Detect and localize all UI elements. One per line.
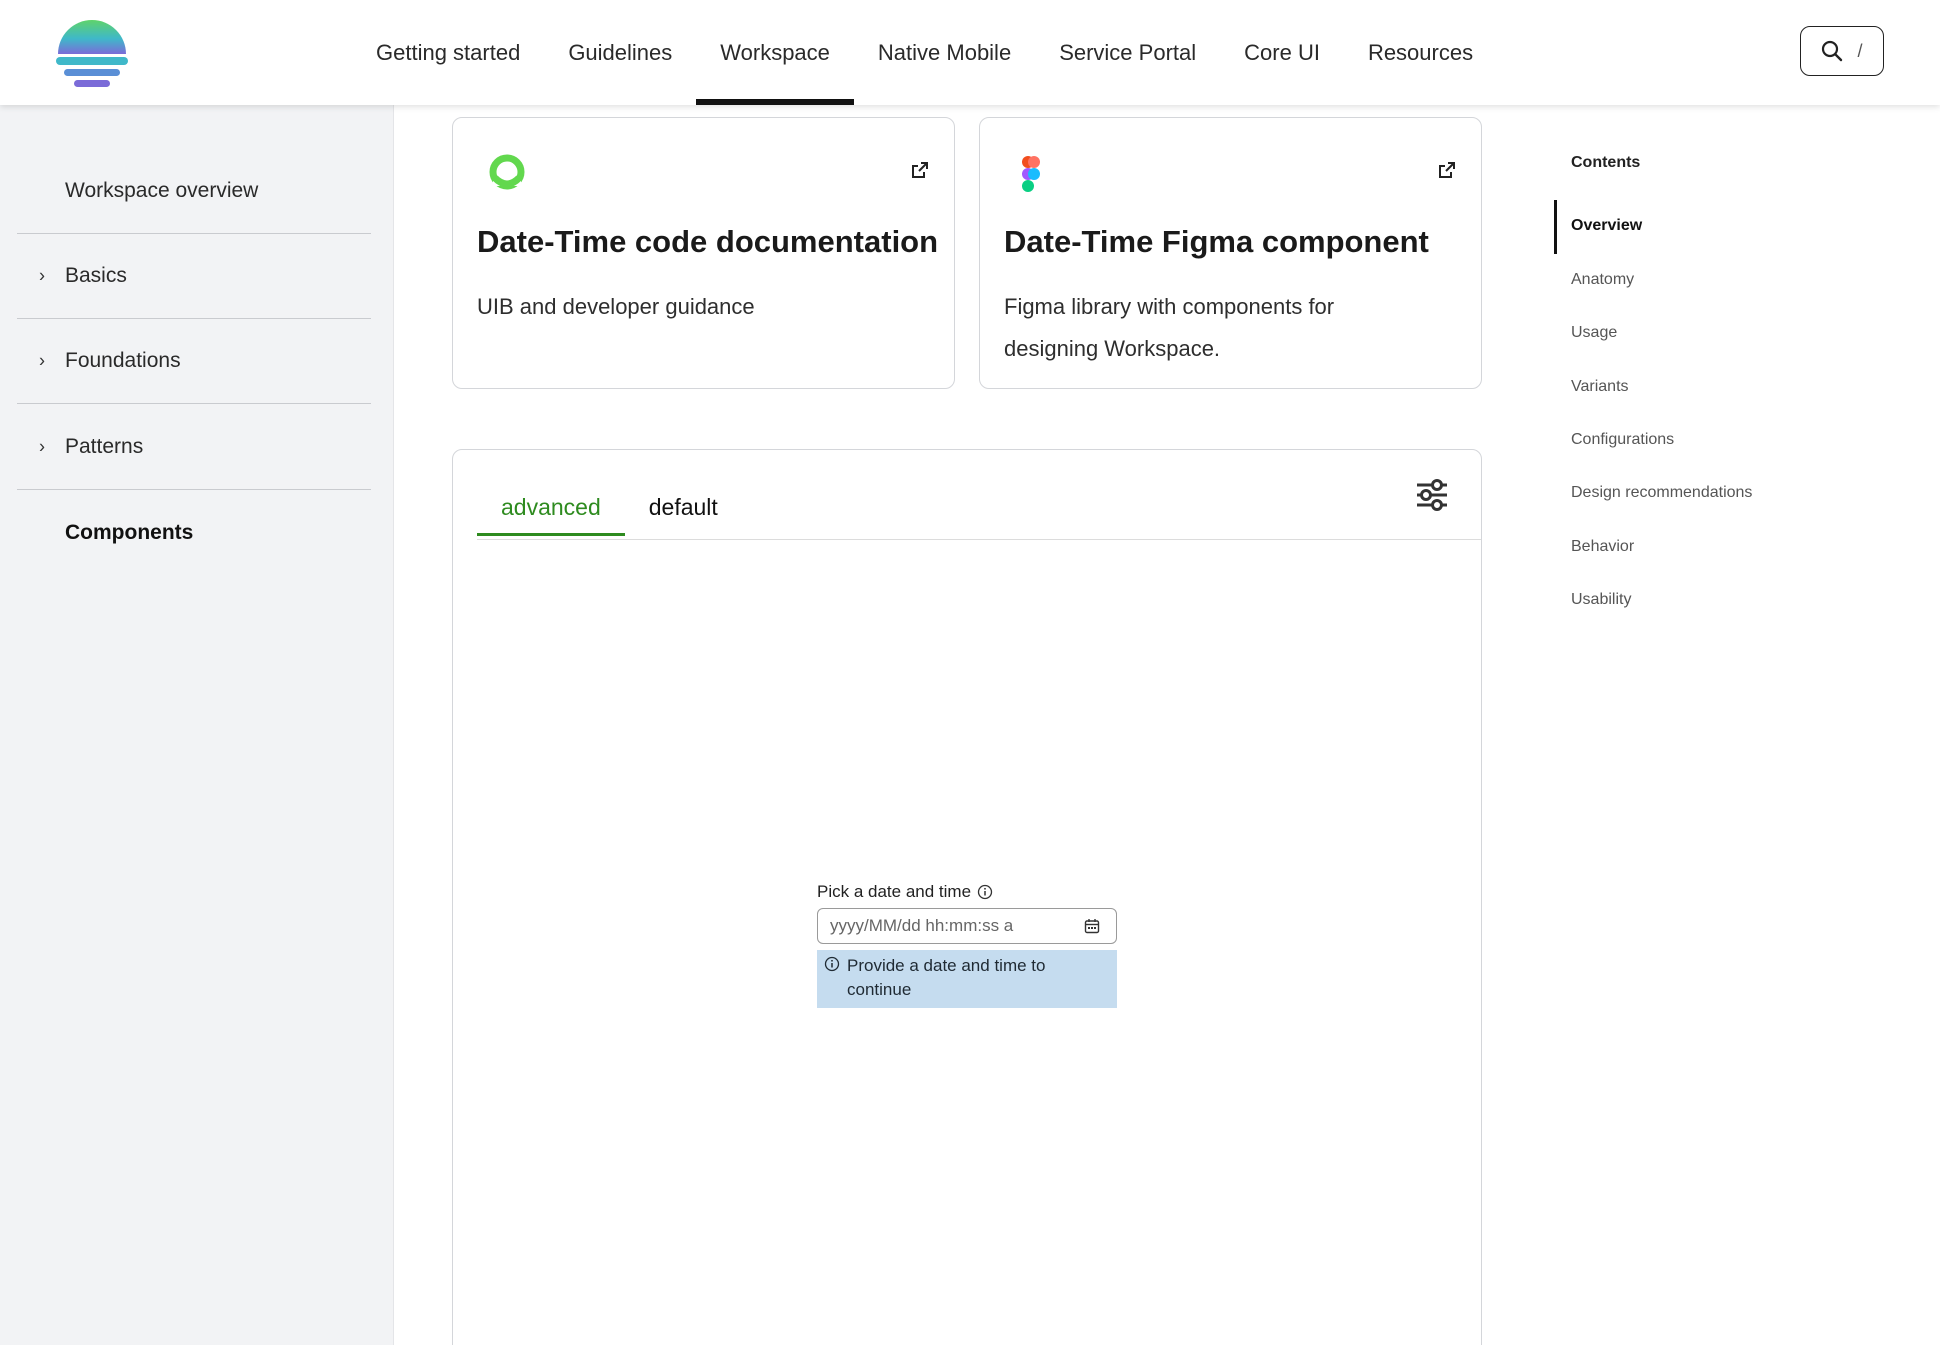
sidebar-item-basics[interactable]: › Basics xyxy=(17,234,371,319)
search-icon xyxy=(1822,40,1843,62)
sidebar-item-patterns[interactable]: › Patterns xyxy=(17,405,371,490)
sidebar-item-workspace-overview[interactable]: Workspace overview xyxy=(17,149,371,234)
search-button[interactable]: / xyxy=(1800,26,1884,76)
chevron-right-icon: › xyxy=(39,350,45,371)
figma-icon xyxy=(1022,156,1040,192)
sidebar-item-label: Patterns xyxy=(65,435,144,458)
tab-default[interactable]: default xyxy=(625,494,742,536)
tab-advanced[interactable]: advanced xyxy=(477,494,625,536)
demo-tabs: advanced default xyxy=(477,494,742,536)
sidebar-item-label: Workspace overview xyxy=(65,179,259,202)
sidebar-item-label: Foundations xyxy=(65,349,181,372)
toc-item-anatomy[interactable]: Anatomy xyxy=(1571,271,1634,289)
sidebar-item-components[interactable]: Components xyxy=(17,490,371,575)
chevron-right-icon: › xyxy=(39,436,45,457)
nav-resources[interactable]: Resources xyxy=(1344,0,1497,105)
card-description: Figma library with components for design… xyxy=(1004,294,1335,361)
sunset-logo-icon[interactable] xyxy=(56,14,128,88)
date-time-input[interactable]: yyyy/MM/dd hh:mm:ss a xyxy=(817,908,1117,944)
toc-item-configurations[interactable]: Configurations xyxy=(1571,431,1674,449)
main-nav: Getting started Guidelines Workspace Nat… xyxy=(352,0,1497,105)
nav-core-ui[interactable]: Core UI xyxy=(1220,0,1344,105)
info-icon[interactable] xyxy=(977,884,993,900)
sidebar-item-label: Components xyxy=(65,520,194,544)
date-time-label: Pick a date and time xyxy=(817,882,993,902)
validation-message-text: Provide a date and time to continue xyxy=(847,956,1046,999)
servicenow-ring-icon xyxy=(489,154,525,190)
top-navigation-bar: Getting started Guidelines Workspace Nat… xyxy=(0,0,1940,105)
search-shortcut: / xyxy=(1857,40,1863,61)
toc-item-variants[interactable]: Variants xyxy=(1571,378,1629,396)
toc-item-design-recommendations[interactable]: Design recommendations xyxy=(1571,484,1752,502)
nav-native-mobile[interactable]: Native Mobile xyxy=(854,0,1035,105)
toc-item-usage[interactable]: Usage xyxy=(1571,324,1617,342)
nav-workspace[interactable]: Workspace xyxy=(696,0,854,105)
nav-guidelines[interactable]: Guidelines xyxy=(544,0,696,105)
toc-item-behavior[interactable]: Behavior xyxy=(1571,538,1634,556)
nav-service-portal[interactable]: Service Portal xyxy=(1035,0,1220,105)
sidebar-item-label: Basics xyxy=(65,264,127,287)
calendar-icon[interactable] xyxy=(1084,918,1100,934)
field-label-text: Pick a date and time xyxy=(817,882,972,901)
toc-active-indicator xyxy=(1554,200,1557,254)
figma-component-card[interactable]: Date-Time Figma component Figma library … xyxy=(979,117,1482,389)
card-description: UIB and developer guidance xyxy=(477,294,755,319)
toc-title: Contents xyxy=(1571,154,1641,171)
component-demo-panel: advanced default Pick a date and time yy… xyxy=(452,449,1482,1345)
date-time-placeholder: yyyy/MM/dd hh:mm:ss a xyxy=(830,916,1014,935)
external-link-icon[interactable] xyxy=(1437,160,1457,180)
tabs-divider xyxy=(477,539,1481,540)
toc-item-usability[interactable]: Usability xyxy=(1571,591,1631,609)
code-documentation-card[interactable]: Date-Time code documentation UIB and dev… xyxy=(452,117,955,389)
external-link-icon[interactable] xyxy=(910,160,930,180)
toc-item-overview[interactable]: Overview xyxy=(1571,217,1642,235)
left-sidebar: Workspace overview › Basics › Foundation… xyxy=(0,105,394,1345)
info-icon xyxy=(824,956,840,972)
validation-message: Provide a date and time to continue xyxy=(817,950,1117,1008)
chevron-right-icon: › xyxy=(39,265,45,286)
nav-getting-started[interactable]: Getting started xyxy=(352,0,544,105)
card-title: Date-Time code documentation xyxy=(477,224,939,259)
sliders-icon[interactable] xyxy=(1415,478,1449,512)
card-title: Date-Time Figma component xyxy=(1004,224,1429,259)
sidebar-item-foundations[interactable]: › Foundations xyxy=(17,319,371,404)
